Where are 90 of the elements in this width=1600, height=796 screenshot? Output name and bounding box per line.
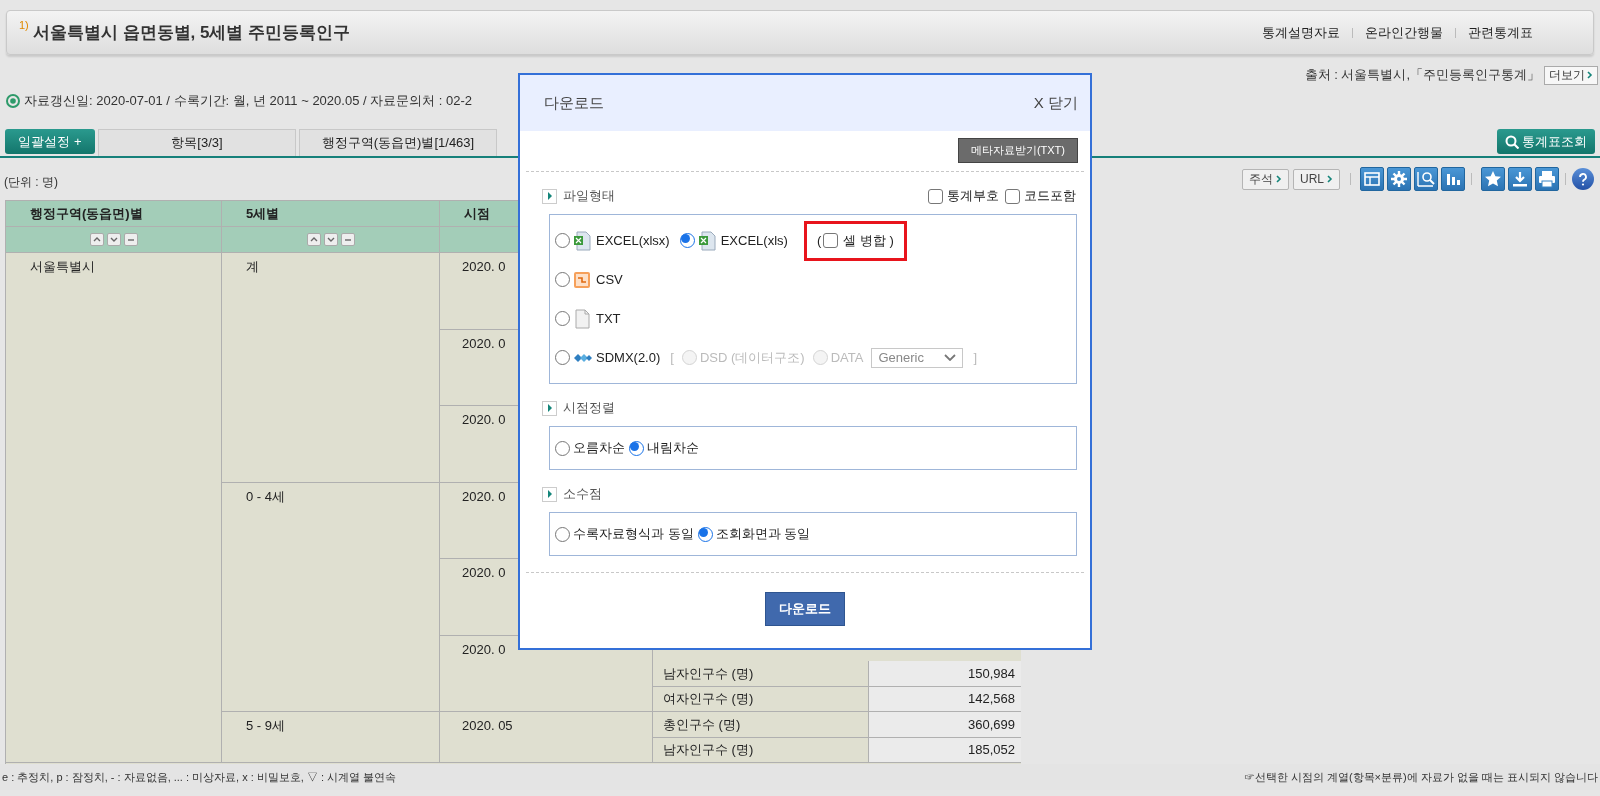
radio-button[interactable]: [555, 272, 570, 287]
more-button[interactable]: 더보기: [1544, 65, 1598, 85]
header-link[interactable]: 통계설명자료: [1262, 22, 1340, 43]
option-label: EXCEL(xlsx): [596, 231, 670, 250]
table-cell: 여자인구수 (명): [653, 686, 869, 712]
sort-down-icon[interactable]: [106, 233, 121, 246]
radio-button[interactable]: [555, 350, 570, 365]
layout-icon[interactable]: [1360, 167, 1384, 191]
document-icon: [573, 308, 593, 329]
table-cell: 남자인구수 (명): [653, 661, 869, 687]
radio-button[interactable]: [679, 233, 695, 248]
batch-settings-button[interactable]: 일괄설정 +: [5, 129, 95, 154]
chevron-icon: [1276, 175, 1282, 183]
option-label: 조회화면과 동일: [715, 525, 811, 544]
table-cell: 남자인구수 (명): [653, 737, 869, 763]
bar-chart-icon[interactable]: [1441, 167, 1465, 191]
bullet-icon: [542, 400, 557, 416]
radio-button[interactable]: [555, 440, 570, 456]
chevron-down-icon: [944, 354, 957, 361]
toolbar-button[interactable]: URL: [1293, 168, 1340, 190]
checkbox[interactable]: [823, 233, 839, 248]
target-icon: [6, 94, 20, 108]
table-cell: 5 - 9세: [222, 712, 440, 763]
checkbox-label: 코드포함: [1024, 187, 1076, 206]
checkbox[interactable]: [1005, 188, 1020, 204]
unit-label: (단위 : 명): [4, 174, 58, 191]
checkbox-label: 셀 병합 ): [843, 231, 894, 250]
toolbar-button[interactable]: 주석: [1242, 168, 1289, 190]
bullet-icon: [542, 486, 557, 502]
radio-button[interactable]: [629, 440, 644, 456]
section-title: 소수점: [563, 485, 602, 504]
tab[interactable]: 항목[3/3]: [98, 129, 296, 156]
note-text: ☞선택한 시점의 계열(항목×분류)에 자료가 없을 때는 표시되지 않습니다: [1243, 769, 1598, 785]
radio-button[interactable]: [555, 311, 570, 326]
header-link[interactable]: 온라인간행물: [1365, 22, 1443, 43]
sort-up-icon[interactable]: [306, 233, 321, 246]
radio-button[interactable]: [697, 526, 713, 542]
column-header: 5세별: [222, 201, 440, 227]
table-cell: 360,699: [869, 712, 1021, 738]
format-select[interactable]: Generic: [871, 347, 964, 368]
collapse-icon[interactable]: [340, 233, 355, 246]
sort-up-icon[interactable]: [89, 233, 104, 246]
bracket-text: (: [816, 231, 822, 250]
collapse-icon[interactable]: [123, 233, 138, 246]
download-button[interactable]: 다운로드: [765, 592, 845, 626]
radio-button[interactable]: [555, 526, 570, 542]
bracket-text: ]: [973, 348, 977, 367]
dialog-title: 다운로드: [544, 92, 604, 113]
option-label: DSD (데이터구조): [699, 348, 805, 367]
chevron-icon: [1587, 71, 1593, 79]
chevron-icon: [1327, 175, 1333, 183]
info-text: 자료갱신일: 2020-07-01 / 수록기간: 월, 년 2011 ~ 2020.05 / 자료문의처 : 02-2: [24, 92, 473, 111]
page-title: 서울특별시 읍면동별, 5세별 주민등록인구: [32, 21, 351, 44]
option-label: EXCEL(xls): [720, 231, 788, 250]
checkbox-label: 통계부호: [947, 187, 999, 206]
search-button[interactable]: 통계표조회: [1497, 129, 1595, 154]
table-cell: 총인구수 (명): [653, 712, 869, 738]
spreadsheet-icon: [573, 230, 593, 251]
checkbox[interactable]: [928, 188, 943, 204]
table-cell: 0 - 4세: [222, 482, 440, 712]
settings-icon[interactable]: [1387, 167, 1411, 191]
table-cell: 2020. 05: [440, 712, 653, 763]
table-cell: 185,052: [869, 737, 1021, 763]
sort-down-icon[interactable]: [323, 233, 338, 246]
source-text: 출처 : 서울특별시,「주민등록인구통계」: [1304, 66, 1540, 85]
table-cell: 142,568: [869, 686, 1021, 712]
bullet-icon: [542, 188, 557, 204]
option-label: DATA: [830, 348, 864, 367]
legend-text: e : 추정치, p : 잠정치, - : 자료없음, ... : 미상자료, x : 비밀보호, ▽ : 시계열 불연속: [2, 769, 397, 785]
close-button[interactable]: X 닫기: [1033, 91, 1078, 115]
option-label: TXT: [596, 309, 621, 328]
chart-search-icon[interactable]: [1414, 167, 1438, 191]
footnote-mark: 1): [19, 18, 29, 33]
option-label: CSV: [596, 270, 623, 289]
radio-button[interactable]: [555, 233, 570, 248]
help-icon[interactable]: [1572, 168, 1594, 190]
option-label: 오름차순: [573, 439, 625, 458]
download-icon[interactable]: [1508, 167, 1532, 191]
tab[interactable]: 행정구역(동읍면)별[1/463]: [299, 129, 497, 156]
bracket-text: [: [670, 348, 674, 367]
print-icon[interactable]: [1535, 167, 1559, 191]
csv-file-icon: [573, 269, 593, 290]
search-icon: [1505, 134, 1519, 149]
table-cell: 계: [222, 253, 440, 483]
spreadsheet-icon: [697, 230, 718, 251]
table-cell: 150,984: [869, 661, 1021, 687]
header-link[interactable]: 관련통계표: [1468, 22, 1533, 43]
table-cell: 서울특별시: [6, 253, 222, 763]
metadata-button[interactable]: 메타자료받기(TXT): [957, 138, 1078, 163]
column-header: 행정구역(동읍면)별: [6, 201, 222, 227]
